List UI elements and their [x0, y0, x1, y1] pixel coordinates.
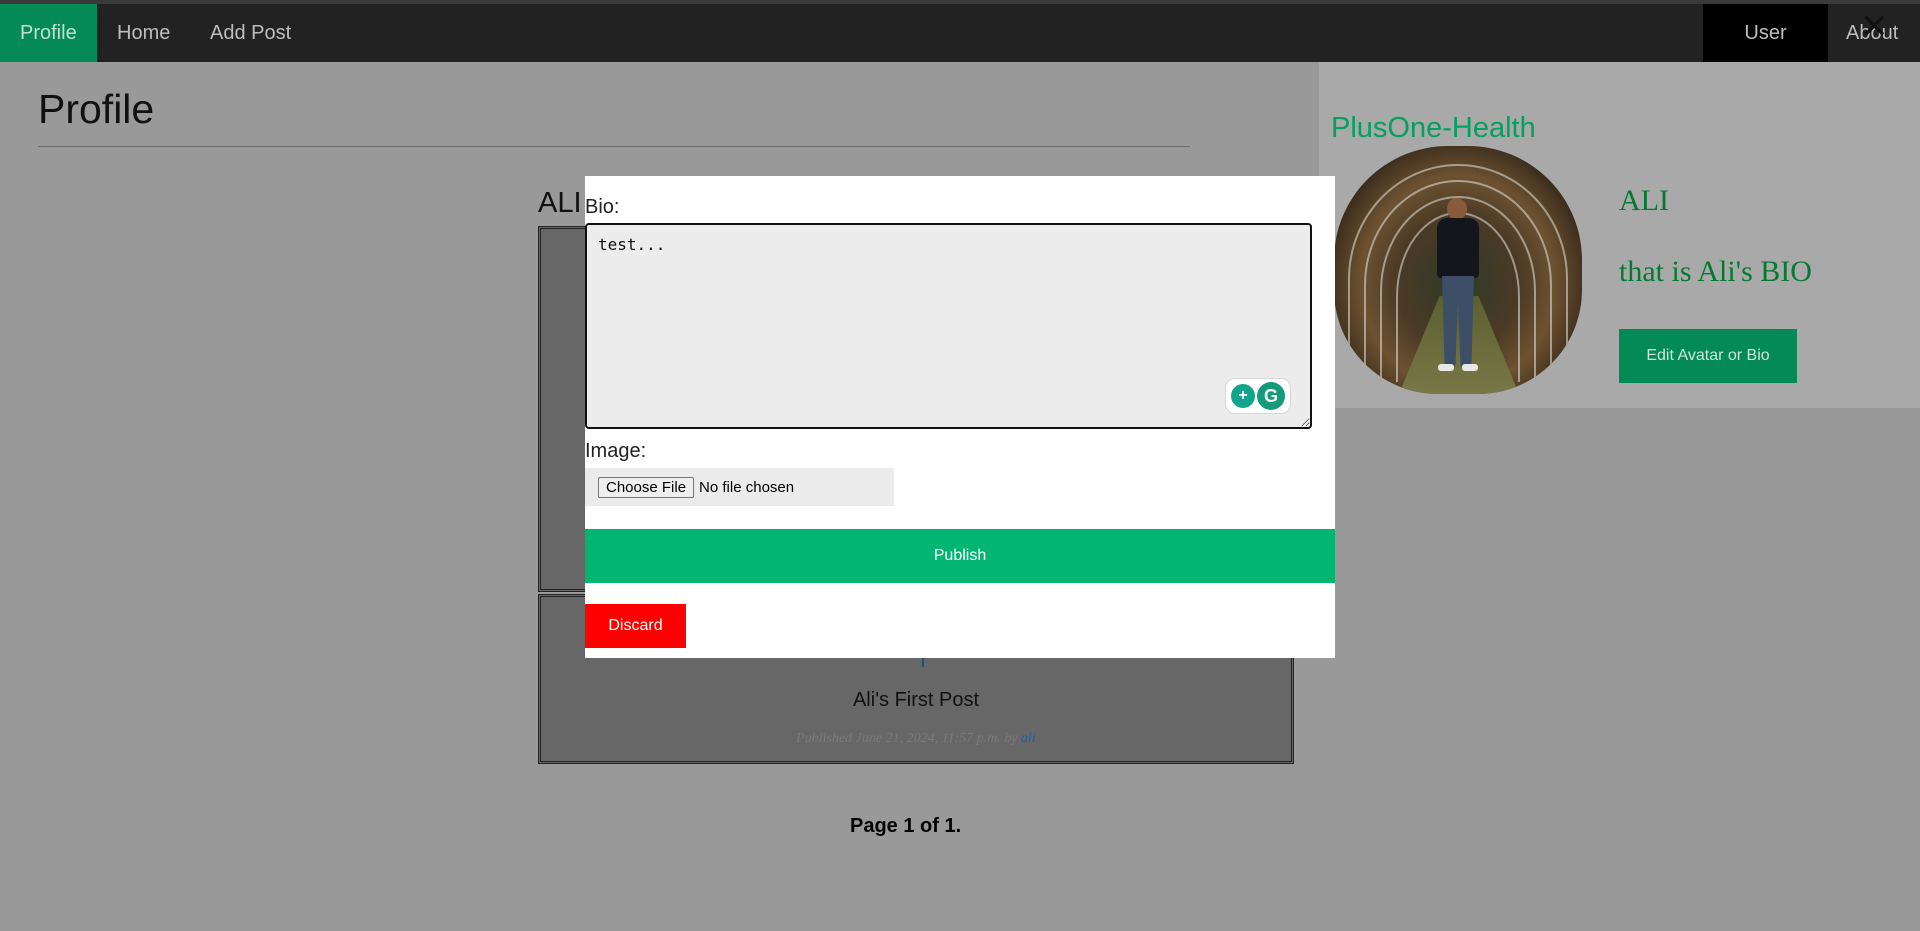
post-author-link[interactable]: ali [1021, 731, 1036, 746]
posts-author-heading: ALI [538, 187, 582, 219]
grammarly-widget[interactable]: + G [1225, 378, 1291, 414]
nav-home[interactable]: Home [97, 4, 190, 62]
post-meta: Published June 21, 2024, 11:57 p.m. by a… [541, 731, 1291, 747]
file-status-text: No file chosen [699, 478, 795, 496]
close-icon[interactable]: ✕ [1860, 10, 1889, 44]
top-navbar: Profile Home Add Post User About [0, 0, 1920, 62]
edit-profile-modal: Bio: + G Image: Choose File No file chos… [585, 176, 1335, 658]
bio-label: Bio: [585, 196, 620, 218]
profile-name: ALI [1619, 184, 1669, 217]
post-title[interactable]: Ali's First Post [541, 689, 1291, 712]
pagination-label: Page 1 of 1. [850, 815, 962, 837]
profile-bio: that is Ali's BIO [1619, 255, 1812, 288]
edit-avatar-bio-button[interactable]: Edit Avatar or Bio [1619, 329, 1797, 383]
nav-add-post[interactable]: Add Post [190, 4, 311, 62]
page-title: Profile [38, 86, 155, 132]
site-name: PlusOne-Health [1331, 112, 1536, 144]
grammarly-g-icon[interactable]: G [1257, 382, 1285, 410]
publish-button[interactable]: Publish [585, 529, 1335, 583]
image-label: Image: [585, 440, 647, 462]
lightbulb-plus-icon[interactable]: + [1231, 384, 1255, 408]
title-divider [38, 146, 1190, 147]
image-file-input[interactable]: Choose File No file chosen [585, 468, 894, 506]
avatar [1334, 146, 1582, 394]
nav-user[interactable]: User [1703, 4, 1828, 62]
bio-textarea[interactable] [585, 223, 1312, 429]
discard-button[interactable]: Discard [585, 604, 686, 648]
choose-file-button[interactable]: Choose File [598, 476, 695, 498]
post-published-text: Published June 21, 2024, 11:57 p.m. by [796, 731, 1022, 746]
nav-profile[interactable]: Profile [0, 4, 97, 62]
